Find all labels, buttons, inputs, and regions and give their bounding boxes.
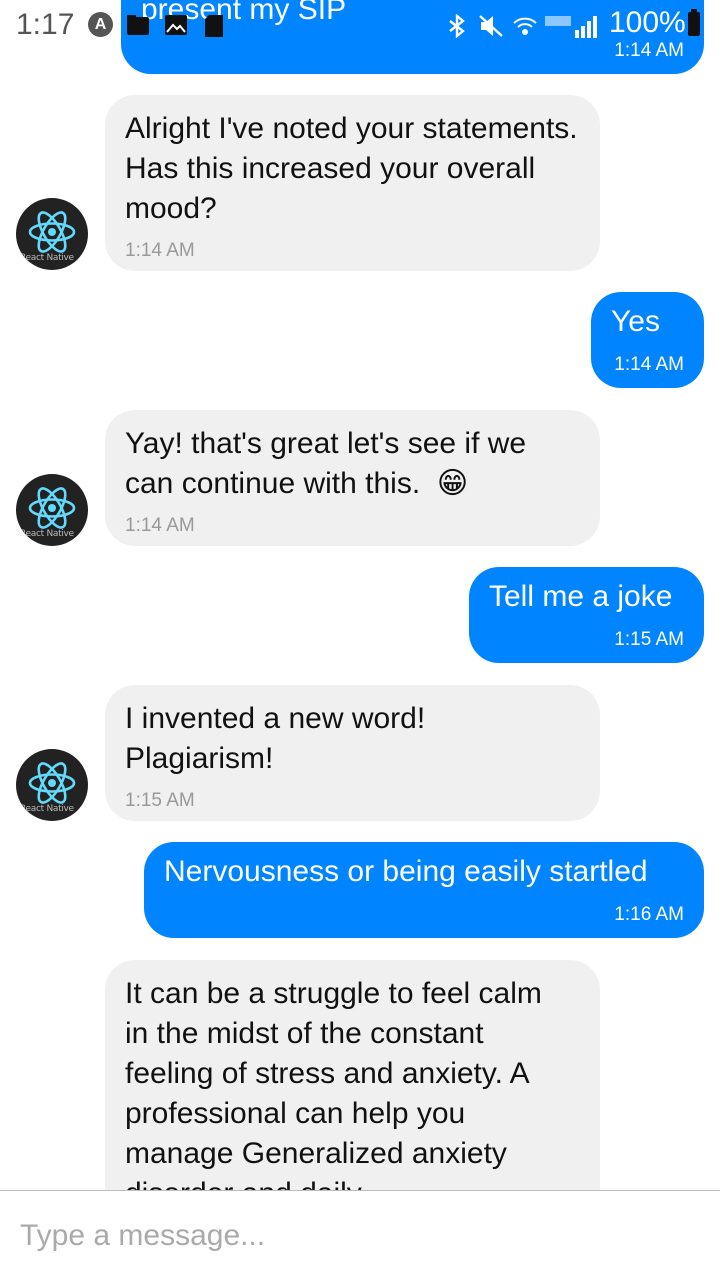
message-text: It can be a struggle to feel calm in the… xyxy=(125,977,542,1190)
incoming-message[interactable]: I invented a new word! Plagiarism! 1:15 … xyxy=(105,685,600,821)
avatar-caption: React Native xyxy=(20,804,74,814)
message-time: 1:14 AM xyxy=(614,354,684,375)
mute-icon xyxy=(479,15,503,37)
react-logo-icon xyxy=(28,487,76,529)
message-time: 1:15 AM xyxy=(614,629,684,650)
bluetooth-icon xyxy=(449,14,465,38)
message-time: 1:14 AM xyxy=(125,515,195,536)
message-time: 1:14 AM xyxy=(125,240,195,261)
image-icon xyxy=(165,15,187,35)
status-time: 1:17 xyxy=(16,8,75,41)
message-input[interactable] xyxy=(20,1213,700,1259)
grinning-emoji: 😁 xyxy=(436,466,469,501)
notification-badge: A xyxy=(88,12,113,37)
incoming-message[interactable]: It can be a struggle to feel calm in the… xyxy=(105,960,600,1190)
incoming-message[interactable]: Alright I've noted your statements. Has … xyxy=(105,95,600,271)
bot-avatar[interactable]: React Native xyxy=(16,474,88,546)
message-text: Tell me a joke xyxy=(489,580,673,613)
battery-percent: 100% xyxy=(609,6,686,39)
bot-avatar[interactable]: React Native xyxy=(16,749,88,821)
avatar-caption: React Native xyxy=(20,253,74,263)
incoming-message[interactable]: Yay! that's great let's see if we can co… xyxy=(105,410,600,546)
message-text: I invented a new word! Plagiarism! xyxy=(125,702,426,775)
outgoing-message[interactable]: Tell me a joke 1:15 AM xyxy=(469,567,704,663)
react-logo-icon xyxy=(28,762,76,804)
outgoing-message[interactable]: Yes 1:14 AM xyxy=(591,292,704,388)
message-text: Yay! that's great let's see if we can co… xyxy=(125,427,527,501)
message-text: Nervousness or being easily startled xyxy=(164,855,648,888)
outgoing-message[interactable]: Nervousness or being easily startled 1:1… xyxy=(144,842,704,938)
wifi-icon xyxy=(513,17,537,35)
message-text: Yes xyxy=(611,305,660,338)
message-time: 1:16 AM xyxy=(614,904,684,925)
status-bar: 1:17 A 100% xyxy=(0,0,720,48)
photo-icon xyxy=(127,15,149,35)
chat-area[interactable]: present my SIP 1:14 AM Alright I've note… xyxy=(0,0,720,1190)
sd-card-icon xyxy=(205,15,223,37)
message-composer xyxy=(0,1190,720,1281)
message-time: 1:15 AM xyxy=(125,790,195,811)
battery-icon xyxy=(688,9,700,36)
signal-icon xyxy=(545,16,597,38)
bot-avatar[interactable]: React Native xyxy=(16,198,88,270)
avatar-caption: React Native xyxy=(20,529,74,539)
message-text: Alright I've noted your statements. Has … xyxy=(125,112,578,225)
react-logo-icon xyxy=(28,211,76,253)
